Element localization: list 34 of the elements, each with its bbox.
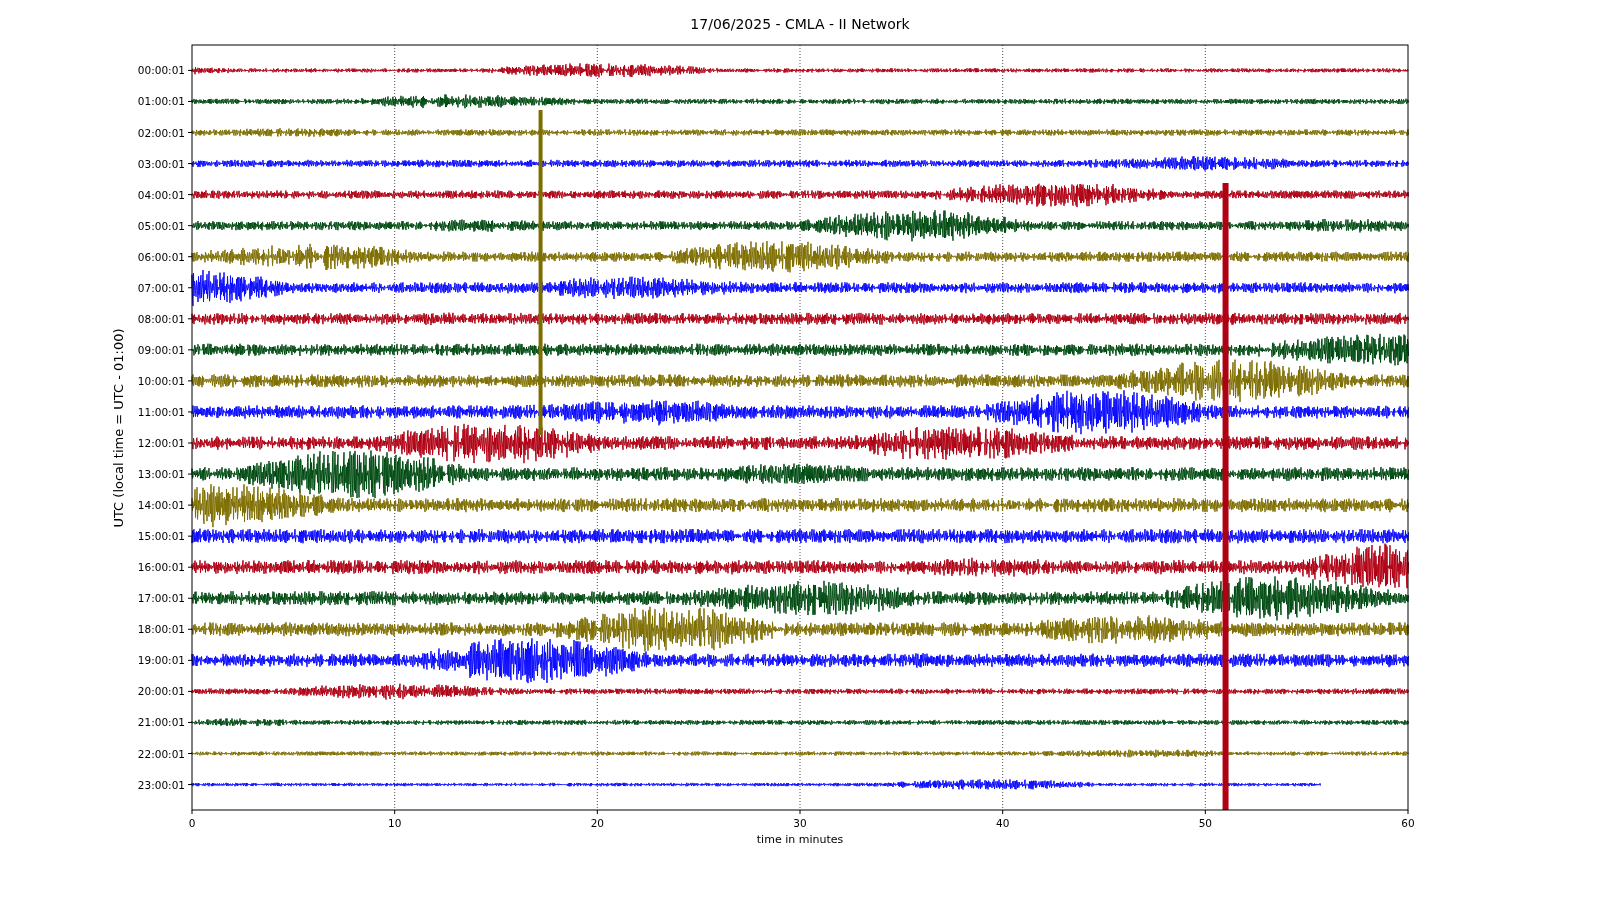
hour-tick-label: 10:00:01 bbox=[137, 374, 185, 387]
hour-tick-label: 09:00:01 bbox=[137, 343, 185, 356]
x-tick-label: 0 bbox=[188, 817, 196, 829]
hour-tick-label: 21:00:01 bbox=[137, 716, 185, 729]
hour-tick-label: 18:00:01 bbox=[137, 623, 185, 636]
hour-tick-label: 17:00:01 bbox=[137, 592, 185, 605]
x-axis-label: time in minutes bbox=[756, 833, 844, 846]
hour-tick-label: 22:00:01 bbox=[137, 747, 185, 760]
hour-tick-label: 05:00:01 bbox=[137, 219, 185, 232]
hour-tick-label: 20:00:01 bbox=[137, 685, 185, 698]
hour-tick-label: 23:00:01 bbox=[137, 778, 185, 791]
chart-title: 17/06/2025 - CMLA - II Network bbox=[690, 16, 910, 32]
hour-tick-label: 04:00:01 bbox=[137, 188, 185, 201]
x-tick-label: 40 bbox=[996, 817, 1010, 829]
hour-tick-label: 02:00:01 bbox=[137, 126, 185, 139]
x-tick-label: 30 bbox=[793, 817, 807, 829]
hour-tick-label: 06:00:01 bbox=[137, 250, 185, 263]
hour-tick-label: 19:00:01 bbox=[137, 654, 185, 667]
hour-tick-label: 11:00:01 bbox=[137, 405, 185, 418]
hour-tick-label: 07:00:01 bbox=[137, 281, 185, 294]
hour-tick-label: 08:00:01 bbox=[137, 312, 185, 325]
hour-tick-label: 00:00:01 bbox=[137, 64, 185, 77]
y-axis-label: UTC (local time = UTC - 01:00) bbox=[111, 328, 126, 528]
x-tick-label: 60 bbox=[1401, 817, 1415, 829]
hour-tick-label: 12:00:01 bbox=[137, 437, 185, 449]
hour-tick-label: 14:00:01 bbox=[137, 499, 185, 512]
hour-tick-label: 03:00:01 bbox=[137, 157, 185, 170]
x-tick-label: 10 bbox=[388, 817, 402, 829]
x-tick-label: 50 bbox=[1198, 817, 1212, 829]
hour-tick-label: 16:00:01 bbox=[137, 561, 185, 574]
x-tick-label: 20 bbox=[590, 817, 604, 829]
hour-tick-label: 13:00:01 bbox=[137, 468, 185, 481]
hour-tick-label: 15:00:01 bbox=[137, 530, 185, 543]
hour-tick-label: 01:00:01 bbox=[137, 95, 185, 108]
